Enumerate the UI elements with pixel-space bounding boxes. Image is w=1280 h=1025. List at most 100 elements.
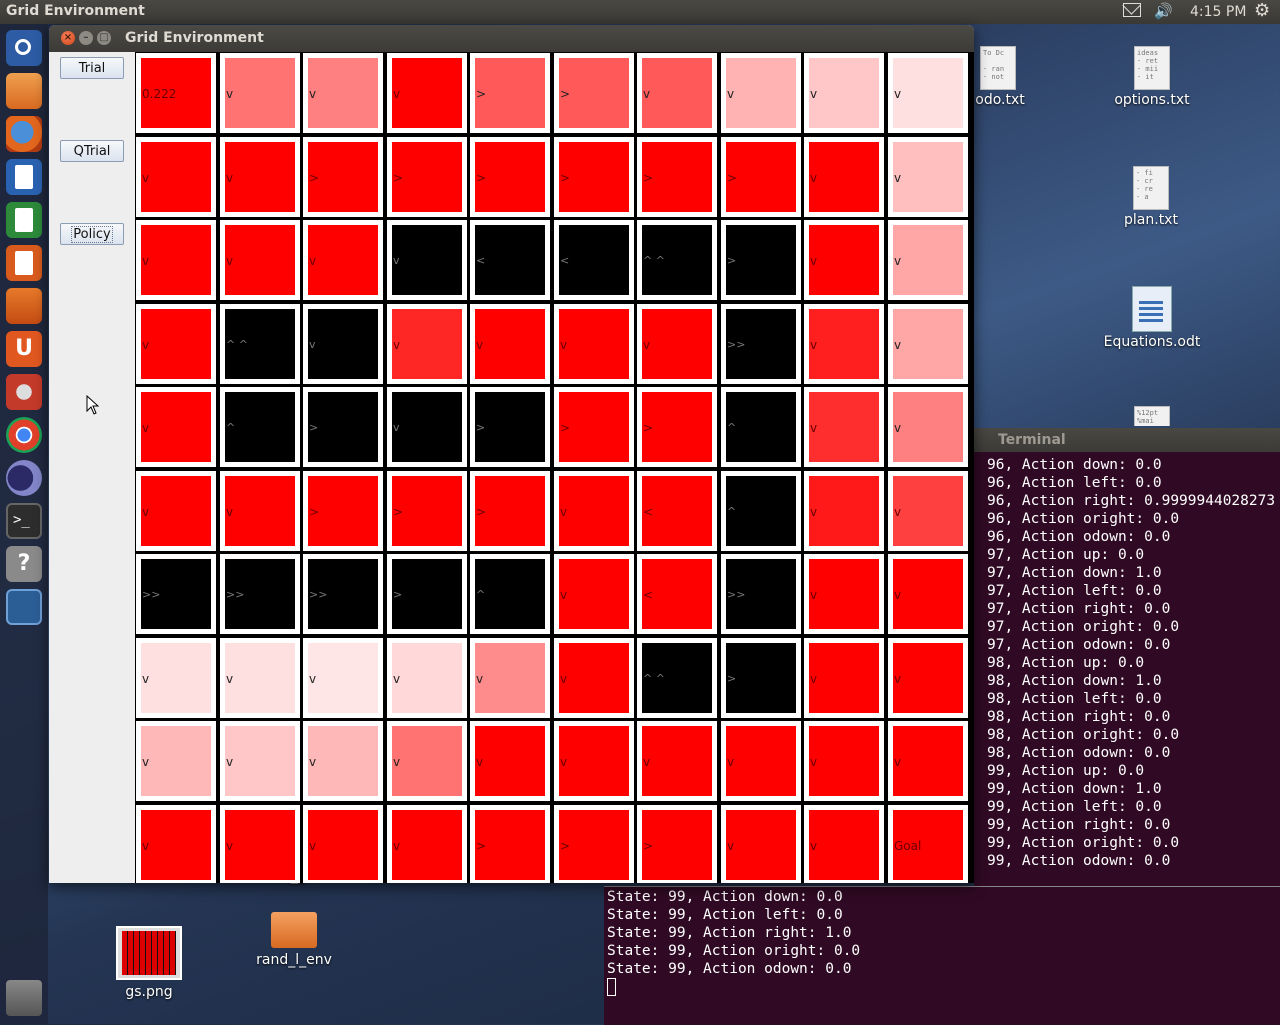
policy-label: v: [810, 87, 818, 101]
minimize-icon[interactable]: –: [79, 31, 93, 45]
desktop-file-options[interactable]: ideas - ret - mii - it options.txt: [1112, 46, 1192, 108]
desktop-file-partial[interactable]: %12pt %mai: [1112, 406, 1192, 426]
grid-cell: ^: [220, 387, 300, 467]
terminal-line: State: 99, Action down: 0.0: [607, 889, 843, 905]
policy-label: ^: [727, 421, 737, 434]
cell-fill: v: [893, 58, 963, 128]
terminal-icon[interactable]: >_: [6, 503, 42, 539]
trash-icon[interactable]: [6, 980, 42, 1016]
firefox-icon[interactable]: [6, 116, 42, 152]
terminal-line: 98, Action down: 1.0: [987, 673, 1162, 689]
terminal-window[interactable]: Terminal 96, Action down: 0.0 96, Action …: [974, 428, 1280, 888]
terminal-line: 96, Action odown: 0.0: [987, 529, 1171, 545]
trial-button[interactable]: Trial: [60, 57, 124, 79]
cell-fill: >: [726, 643, 796, 713]
file-label: options.txt: [1114, 92, 1190, 108]
active-app-title: Grid Environment: [6, 3, 145, 19]
cell-fill: v: [809, 142, 879, 212]
grid-cell: v: [220, 53, 300, 133]
policy-label: >: [727, 171, 738, 185]
software-center-icon[interactable]: [6, 288, 42, 324]
grid-cell: v: [136, 805, 216, 883]
policy-label: >: [309, 505, 320, 519]
window-title: Grid Environment: [125, 30, 264, 46]
chrome-icon[interactable]: [6, 417, 42, 453]
grid-cell: >: [303, 387, 383, 467]
policy-label: v: [226, 87, 234, 101]
terminal-line: 99, Action oright: 0.0: [987, 835, 1180, 851]
grid-cell: >: [721, 220, 801, 300]
grid-cell: v: [303, 638, 383, 718]
eclipse-icon[interactable]: [6, 460, 42, 496]
policy-label: v: [810, 421, 818, 435]
cell-fill: v: [225, 810, 295, 880]
file-label: Equations.odt: [1103, 334, 1201, 350]
terminal-titlebar[interactable]: Terminal: [974, 428, 1280, 452]
writer-icon[interactable]: [6, 159, 42, 195]
cell-fill: v: [225, 58, 295, 128]
policy-label: v: [810, 588, 818, 602]
cell-fill: v: [726, 810, 796, 880]
terminal-line: 96, Action right: 0.9999944028273: [987, 493, 1276, 509]
ubuntu-one-icon[interactable]: U: [6, 331, 42, 367]
policy-label: Goal: [894, 839, 922, 853]
terminal-line: 99, Action down: 1.0: [987, 781, 1162, 797]
help-icon[interactable]: ?: [6, 546, 42, 582]
policy-label: <: [476, 254, 486, 267]
cell-fill: v: [141, 726, 211, 796]
clock[interactable]: 4:15 PM: [1190, 4, 1246, 20]
desktop-file-gs-png[interactable]: gs.png: [109, 926, 189, 1000]
close-icon[interactable]: ×: [61, 31, 75, 45]
policy-label: <: [643, 505, 654, 519]
desktop-file-plan[interactable]: - fi - cr - re - a plan.txt: [1111, 166, 1191, 228]
grid-cell: v: [303, 220, 383, 300]
grid-cell: >: [637, 137, 717, 217]
system-settings-icon[interactable]: [6, 374, 42, 410]
cell-fill: v: [392, 58, 462, 128]
policy-label: >: [560, 171, 571, 185]
qtrial-button[interactable]: QTrial: [60, 140, 124, 162]
cell-fill: v: [141, 810, 211, 880]
terminal-line: 99, Action odown: 0.0: [987, 853, 1171, 869]
grid-cell: >>: [220, 554, 300, 634]
gear-icon[interactable]: ⚙: [1254, 0, 1270, 21]
cell-fill: ^ ^: [225, 309, 295, 379]
cell-fill: >: [559, 810, 629, 880]
file-label: plan.txt: [1124, 212, 1178, 228]
grid-cell: v: [136, 638, 216, 718]
cell-fill: <: [642, 476, 712, 546]
grid-cell: v: [888, 554, 968, 634]
policy-label: v: [894, 588, 902, 602]
grid-cell: v: [804, 53, 884, 133]
calc-icon[interactable]: [6, 202, 42, 238]
mail-icon[interactable]: [1123, 3, 1141, 17]
grid-cell: v: [554, 554, 634, 634]
grid-cell: >: [303, 137, 383, 217]
grid-cell: v: [888, 471, 968, 551]
cell-fill: v: [225, 476, 295, 546]
policy-label: >: [560, 839, 571, 853]
grid-cell: v: [637, 53, 717, 133]
grid-cell: 0.222: [136, 53, 216, 133]
window-titlebar[interactable]: × – □ Grid Environment: [49, 25, 974, 52]
cell-fill: v: [141, 476, 211, 546]
grid-cell: v: [470, 721, 550, 801]
desktop-file-equations[interactable]: Equations.odt: [1097, 286, 1207, 350]
files-icon[interactable]: [6, 73, 42, 109]
workspace-switcher-icon[interactable]: [6, 589, 42, 625]
maximize-icon[interactable]: □: [97, 31, 111, 45]
impress-icon[interactable]: [6, 245, 42, 281]
desktop-folder-rand-l-env[interactable]: rand_l_env: [254, 912, 334, 968]
policy-label: ^ ^: [643, 672, 665, 685]
cell-fill: v: [308, 309, 378, 379]
launcher: U >_ ?: [0, 24, 48, 1024]
dash-home-icon[interactable]: [6, 30, 42, 66]
policy-label: v: [309, 254, 317, 268]
terminal-window-2[interactable]: State: 99, Action down: 0.0 State: 99, Ac…: [604, 886, 1280, 1025]
cell-fill: v: [475, 309, 545, 379]
policy-label: v: [393, 755, 401, 769]
volume-icon[interactable]: 🔊: [1154, 2, 1173, 20]
grid-cell: v: [637, 721, 717, 801]
policy-button[interactable]: Policy: [60, 223, 124, 245]
terminal-line: 98, Action up: 0.0: [987, 655, 1145, 671]
